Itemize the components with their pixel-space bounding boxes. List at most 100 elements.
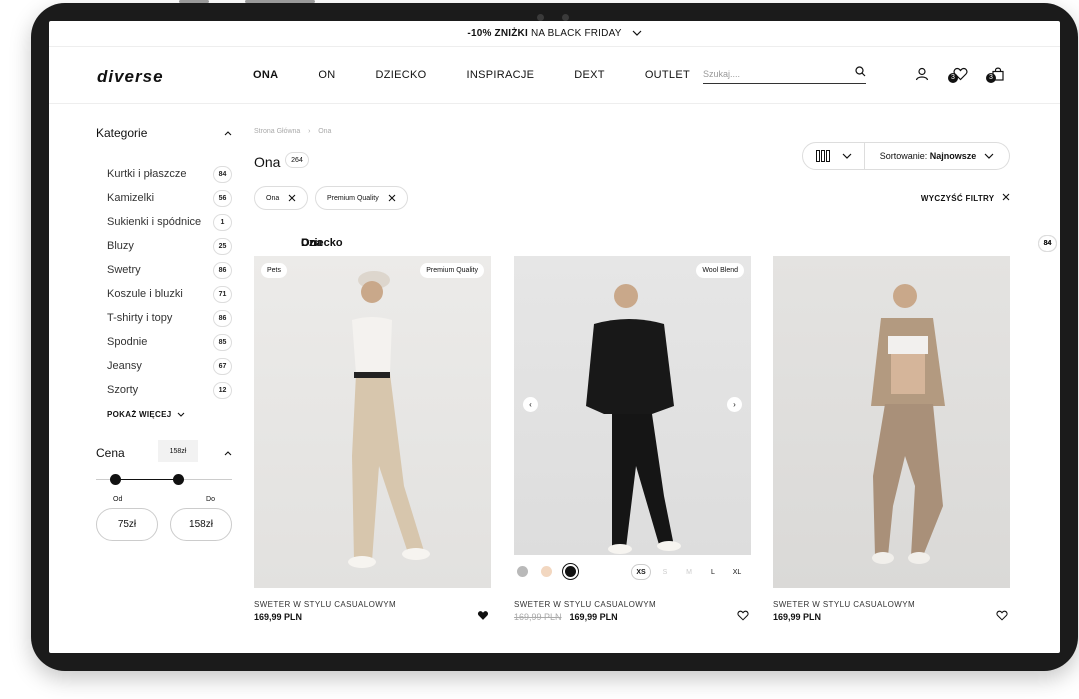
subcategory-item[interactable]: T-shirty i topy 86 xyxy=(96,306,232,330)
product-price: 169,99 PLN xyxy=(773,612,822,622)
show-more-label: POKAŻ WIĘCEJ xyxy=(107,409,172,419)
subcategory-count: 25 xyxy=(213,237,232,255)
subcategory-item[interactable]: Swetry 86 xyxy=(96,258,232,282)
range-labels: Od Do xyxy=(96,496,232,503)
subcategory-item[interactable]: Jeansy 67 xyxy=(96,354,232,378)
active-filters: Ona Premium Quality WYCZYŚĆ FILTRY xyxy=(254,186,1010,212)
nav-ona[interactable]: ONA xyxy=(253,69,278,81)
filter-chip[interactable]: Premium Quality xyxy=(315,186,408,210)
product-old-price: 169,99 PLN xyxy=(514,612,562,622)
product-tag: Pets xyxy=(261,263,288,278)
product-card[interactable]: Wool Blend ‹ › XS S M L XL SWETER W STYL… xyxy=(514,256,751,622)
close-icon[interactable] xyxy=(388,194,396,202)
nav-dext[interactable]: DEXT xyxy=(574,69,605,81)
sort-dropdown[interactable]: Sortowanie: Najnowsze xyxy=(865,142,1010,170)
sort-label: Sortowanie: xyxy=(879,151,928,161)
size-option-selected[interactable]: XS xyxy=(631,564,651,580)
size-option-disabled: S xyxy=(662,568,668,576)
heart-outline-icon[interactable] xyxy=(737,610,749,624)
subcategory-label: Swetry xyxy=(107,264,141,276)
category-dziecko[interactable]: Dziecko 84 xyxy=(301,231,1057,255)
subcategory-item[interactable]: Bluzy 25 xyxy=(96,234,232,258)
chevron-down-icon xyxy=(984,153,994,159)
product-listing: Strona Główna › Ona Ona 264 Sortowanie: … xyxy=(254,126,1010,622)
color-swatches: XS S M L XL xyxy=(514,555,751,588)
breadcrumb-separator-icon: › xyxy=(302,128,317,135)
chevron-right-icon[interactable]: › xyxy=(727,397,742,412)
nav-outlet[interactable]: OUTLET xyxy=(645,69,690,81)
price-title: Cena xyxy=(96,446,125,460)
chevron-up-icon[interactable] xyxy=(224,130,232,136)
heart-filled-icon[interactable] xyxy=(477,610,489,624)
product-name[interactable]: SWETER W STYLU CASUALOWYM xyxy=(773,600,1010,609)
subcategory-count: 67 xyxy=(213,357,232,375)
color-swatch[interactable] xyxy=(541,566,552,577)
filters-sidebar: Kategorie Ona 84 Kurtki i płaszcze 84 Kami… xyxy=(96,126,1057,541)
heart-outline-icon[interactable] xyxy=(996,610,1008,624)
logo[interactable]: diverse xyxy=(97,67,164,87)
nav-on[interactable]: ON xyxy=(318,69,335,81)
product-price-row: 169,99 PLN xyxy=(773,610,1010,624)
product-name[interactable]: SWETER W STYLU CASUALOWYM xyxy=(514,600,751,609)
chip-label: Premium Quality xyxy=(327,194,379,202)
slider-max-handle[interactable] xyxy=(173,474,184,485)
category-label: Dziecko xyxy=(301,237,343,249)
header-icons: 3 3 xyxy=(915,67,1007,83)
price-to-input[interactable]: 158zł xyxy=(170,508,232,541)
color-swatch[interactable] xyxy=(517,566,528,577)
product-card[interactable]: SWETER W STYLU CASUALOWYM 169,99 PLN xyxy=(773,256,1010,622)
product-image[interactable] xyxy=(773,256,1010,588)
slider-range xyxy=(115,479,178,480)
size-option[interactable]: L xyxy=(703,564,723,580)
search-input[interactable]: Szukaj.... xyxy=(703,66,866,84)
close-icon[interactable] xyxy=(288,194,296,202)
product-price-row: 169,99 PLN 169,99 PLN xyxy=(514,610,751,624)
color-swatch-selected[interactable] xyxy=(562,563,579,580)
size-option[interactable]: XL xyxy=(727,564,747,580)
chevron-down-icon[interactable] xyxy=(632,28,642,39)
user-icon[interactable] xyxy=(915,67,931,83)
chevron-left-icon[interactable]: ‹ xyxy=(523,397,538,412)
product-name[interactable]: SWETER W STYLU CASUALOWYM xyxy=(254,600,491,609)
subcategory-item[interactable]: Kurtki i płaszcze 84 xyxy=(96,162,232,186)
nav-inspiracje[interactable]: INSPIRACJE xyxy=(466,69,534,81)
slider-min-handle[interactable] xyxy=(110,474,121,485)
product-count: 264 xyxy=(285,152,309,168)
promo-bar[interactable]: -10% ZNIŻKI NA BLACK FRIDAY xyxy=(49,21,1060,47)
promo-text: NA BLACK FRIDAY xyxy=(530,28,622,39)
cart-count-badge: 3 xyxy=(986,73,996,83)
subcategory-label: Jeansy xyxy=(107,360,142,372)
search-icon[interactable] xyxy=(855,66,866,80)
show-more-button[interactable]: POKAŻ WIĘCEJ xyxy=(96,402,232,426)
subcategory-count: 12 xyxy=(213,381,232,399)
grid-view-icon xyxy=(815,150,830,162)
subcategory-item[interactable]: Kamizelki 56 xyxy=(96,186,232,210)
price-slider[interactable] xyxy=(96,470,232,490)
chevron-up-icon[interactable] xyxy=(224,450,232,456)
cart-icon[interactable]: 3 xyxy=(986,67,1007,83)
model-figure xyxy=(348,271,430,568)
subcategory-label: Sukienki i spódnice xyxy=(107,216,202,228)
subcategory-label: T-shirty i topy xyxy=(107,312,173,324)
wishlist-count-badge: 3 xyxy=(948,73,958,83)
grid-view-toggle[interactable] xyxy=(802,142,865,170)
nav-dziecko[interactable]: DZIECKO xyxy=(375,69,426,81)
breadcrumb-home[interactable]: Strona Główna xyxy=(254,128,300,135)
subcategory-item[interactable]: Spodnie 85 xyxy=(96,330,232,354)
product-tag: Premium Quality xyxy=(420,263,484,278)
filter-chip[interactable]: Ona xyxy=(254,186,309,210)
product-image[interactable]: Pets Premium Quality xyxy=(254,256,491,588)
wishlist-icon[interactable]: 3 xyxy=(948,67,969,83)
product-card[interactable]: Pets Premium Quality SWETER W STYLU CASU… xyxy=(254,256,491,622)
price-header[interactable]: Cena 158zł xyxy=(96,440,232,462)
price-from-input[interactable]: 75zł xyxy=(96,508,158,541)
search-placeholder: Szukaj.... xyxy=(703,69,741,79)
categories-header[interactable]: Kategorie xyxy=(96,126,232,140)
product-image[interactable]: Wool Blend ‹ › XS S M L XL xyxy=(514,256,751,588)
subcategory-item[interactable]: Sukienki i spódnice 1 xyxy=(96,210,232,234)
subcategory-item[interactable]: Szorty 12 xyxy=(96,378,232,402)
clear-filters-button[interactable]: WYCZYŚĆ FILTRY xyxy=(921,193,1010,203)
subcategory-label: Kamizelki xyxy=(107,192,155,204)
subcategory-item[interactable]: Koszule i bluzki 71 xyxy=(96,282,232,306)
volume-button xyxy=(179,0,209,3)
